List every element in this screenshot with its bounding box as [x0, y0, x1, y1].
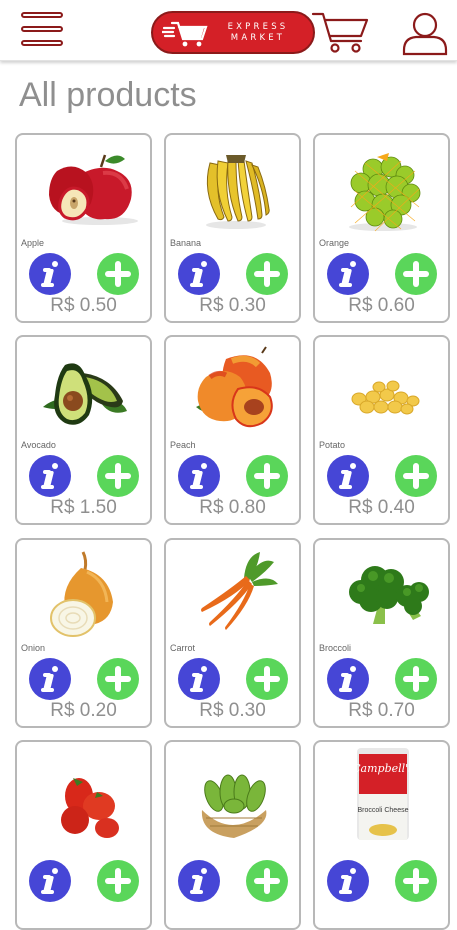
product-price: R$ 0.30 [199, 295, 266, 316]
product-price: R$ 1.50 [50, 497, 117, 518]
product-card[interactable] [164, 740, 301, 930]
product-card[interactable]: Onion R$ 0.20 [15, 538, 152, 728]
product-card[interactable]: Carrot R$ 0.30 [164, 538, 301, 728]
add-to-cart-plus-icon[interactable] [246, 455, 288, 497]
product-name: Peach [170, 440, 196, 450]
product-card[interactable]: Apple R$ 0.50 [15, 133, 152, 323]
product-card[interactable]: Banana R$ 0.30 [164, 133, 301, 323]
can-brand-label: Campbell's [352, 762, 414, 775]
add-to-cart-plus-icon[interactable] [97, 860, 139, 902]
product-card[interactable]: Orange R$ 0.60 [313, 133, 450, 323]
apple-image[interactable] [17, 141, 150, 233]
add-to-cart-plus-icon[interactable] [395, 253, 437, 295]
broccoli-image[interactable] [315, 546, 448, 638]
product-price: R$ 0.60 [348, 295, 415, 316]
soup-can-image[interactable]: Campbell's Broccoli Cheese [315, 748, 448, 840]
add-to-cart-plus-icon[interactable] [395, 455, 437, 497]
shopping-cart-icon[interactable] [311, 10, 369, 59]
add-to-cart-plus-icon[interactable] [97, 253, 139, 295]
banana-image[interactable] [166, 141, 299, 233]
page-title: All products [19, 76, 197, 114]
add-to-cart-plus-icon[interactable] [395, 860, 437, 902]
express-market-logo[interactable]: EXPRESS MARKET [151, 11, 315, 54]
tomato-image[interactable] [17, 748, 150, 840]
peach-image[interactable] [166, 343, 299, 435]
info-icon[interactable] [178, 253, 220, 295]
add-to-cart-plus-icon[interactable] [246, 658, 288, 700]
product-name: Broccoli [319, 643, 352, 653]
avocado-image[interactable] [17, 343, 150, 435]
product-name: Carrot [170, 643, 196, 653]
product-card[interactable]: Campbell's Broccoli Cheese [313, 740, 450, 930]
product-name: Onion [21, 643, 46, 653]
product-name: Apple [21, 238, 45, 248]
potato-image[interactable] [315, 343, 448, 435]
add-to-cart-plus-icon[interactable] [97, 658, 139, 700]
product-price: R$ 0.80 [199, 497, 266, 518]
product-card[interactable]: Broccoli R$ 0.70 [313, 538, 450, 728]
info-icon[interactable] [327, 860, 369, 902]
info-icon[interactable] [29, 658, 71, 700]
info-icon[interactable] [327, 658, 369, 700]
orange-image[interactable] [315, 141, 448, 233]
product-price: R$ 0.30 [199, 700, 266, 721]
info-icon[interactable] [178, 860, 220, 902]
product-card[interactable] [15, 740, 152, 930]
user-account-icon[interactable] [402, 10, 448, 61]
info-icon[interactable] [29, 253, 71, 295]
product-card[interactable]: Avocado R$ 1.50 [15, 335, 152, 525]
product-price: R$ 0.70 [348, 700, 415, 721]
product-price: R$ 0.40 [348, 497, 415, 518]
carrot-image[interactable] [166, 546, 299, 638]
info-icon[interactable] [178, 658, 220, 700]
product-name: Potato [319, 440, 346, 450]
product-name: Avocado [21, 440, 56, 450]
info-icon[interactable] [178, 455, 220, 497]
add-to-cart-plus-icon[interactable] [395, 658, 437, 700]
logo-text: EXPRESS MARKET [211, 22, 305, 44]
top-navigation-bar: EXPRESS MARKET [0, 0, 457, 61]
cucumber-image[interactable] [166, 748, 299, 840]
logo-line-2: MARKET [230, 33, 286, 43]
product-name: Orange [319, 238, 350, 248]
product-card[interactable]: Peach R$ 0.80 [164, 335, 301, 525]
hamburger-menu-icon[interactable] [21, 12, 65, 52]
logo-cart-icon [162, 21, 208, 47]
product-price: R$ 0.50 [50, 295, 117, 316]
onion-image[interactable] [17, 546, 150, 638]
info-icon[interactable] [29, 455, 71, 497]
info-icon[interactable] [327, 253, 369, 295]
product-price: R$ 0.20 [50, 700, 117, 721]
add-to-cart-plus-icon[interactable] [97, 455, 139, 497]
product-card[interactable]: Potato R$ 0.40 [313, 335, 450, 525]
add-to-cart-plus-icon[interactable] [246, 860, 288, 902]
info-icon[interactable] [327, 455, 369, 497]
logo-line-1: EXPRESS [227, 22, 289, 32]
product-name: Banana [170, 238, 202, 248]
can-flavor-label: Broccoli Cheese [358, 807, 409, 814]
add-to-cart-plus-icon[interactable] [246, 253, 288, 295]
info-icon[interactable] [29, 860, 71, 902]
